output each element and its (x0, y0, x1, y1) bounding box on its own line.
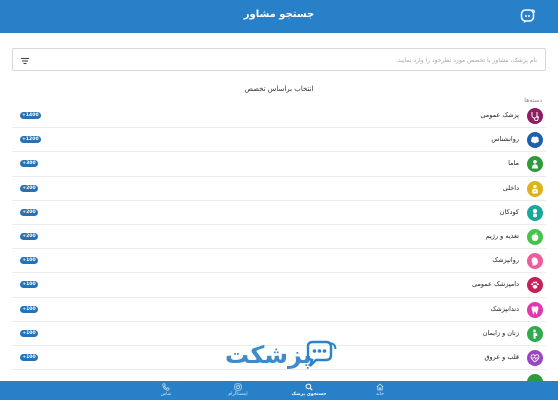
doctor-count-badge: +200 (20, 232, 38, 240)
page-title: جستجو مشاور (243, 9, 315, 20)
category-item-internal-medicine[interactable]: داخلی +200 (12, 177, 546, 201)
categories-label: دسته‌ها (524, 97, 542, 104)
home-icon (376, 383, 384, 391)
nav-label: اینستاگرام (228, 392, 248, 397)
category-label: قلب و عروق (484, 352, 519, 361)
midwife-icon (527, 156, 543, 173)
doctor-count-badge: +100 (20, 329, 38, 337)
specialty-heading: انتخاب براساس تخصص (244, 85, 314, 93)
paw-icon (527, 277, 543, 294)
nav-label: تماس (160, 392, 172, 397)
category-item-general-practitioner[interactable]: پزشک عمومی +1400 (12, 104, 546, 129)
baby-icon (527, 204, 543, 221)
doctor-count-badge: +100 (20, 353, 38, 361)
doctor-count-badge: +300 (20, 160, 38, 168)
category-item-psychologist[interactable]: روانشناس +1200 (12, 128, 546, 153)
instagram-icon (234, 383, 242, 391)
nav-item-instagram[interactable]: اینستاگرام (210, 383, 266, 399)
doctor-count-badge: +100 (20, 257, 38, 265)
doctor-count-badge: +1400 (20, 112, 41, 119)
category-label: دندانپزشک (490, 304, 519, 313)
psychiatrist-icon (527, 253, 543, 270)
stethoscope-icon (527, 108, 543, 124)
category-item-dentist[interactable]: دندانپزشک +100 (12, 298, 546, 322)
watermark-chat-bubble-icon (306, 340, 337, 367)
app-header: جستجو مشاور (0, 0, 558, 33)
internal-doctor-icon (527, 180, 543, 197)
category-item-pediatrics[interactable]: کودکان +200 (12, 201, 546, 225)
heart-icon (527, 349, 543, 366)
doctor-count-badge: +1200 (20, 136, 41, 144)
category-label: پزشک عمومی (480, 111, 519, 119)
category-label: زنان و زایمان (482, 328, 519, 337)
filter-icon[interactable] (19, 55, 31, 67)
category-label: روانشناس (491, 135, 519, 144)
nav-label: جستجوی پزشک (291, 392, 327, 397)
category-label: ماما (508, 159, 519, 168)
doctor-count-badge: +100 (20, 305, 38, 313)
category-label: دامپزشک عمومی (472, 280, 519, 289)
doctor-count-badge: +200 (20, 184, 38, 192)
category-item-veterinarian[interactable]: دامپزشک عمومی +100 (12, 273, 546, 298)
nav-item-doctor-search[interactable]: جستجوی پزشک (281, 383, 337, 399)
category-label: داخلی (502, 183, 519, 192)
app-logo-icon[interactable] (520, 8, 536, 24)
search-input[interactable] (57, 53, 537, 67)
doctor-count-badge: +200 (20, 208, 38, 216)
category-item-nutrition[interactable]: تغذیه و رژیم +200 (12, 225, 546, 250)
bottom-navigation: تماس اینستاگرام جستجوی پزشک خانه (0, 381, 558, 400)
tooth-icon (527, 301, 543, 318)
nav-item-contact[interactable]: تماس (138, 383, 194, 399)
apple-icon (527, 228, 543, 245)
nav-label: خانه (376, 392, 384, 397)
pregnancy-icon (527, 325, 543, 342)
category-label: روانپزشک (492, 256, 519, 265)
category-label: تغذیه و رژیم (485, 231, 519, 240)
search-icon (305, 383, 313, 391)
watermark-logo-text: پزشکت (225, 341, 312, 369)
category-item-psychiatrist[interactable]: روانپزشک +100 (12, 249, 546, 274)
nav-item-home[interactable]: خانه (352, 383, 408, 399)
phone-icon (162, 383, 170, 391)
doctor-count-badge: +100 (20, 281, 38, 289)
category-item-midwife[interactable]: ماما +300 (12, 152, 546, 177)
search-bar (12, 48, 546, 71)
category-label: کودکان (499, 207, 519, 216)
brain-icon (527, 132, 543, 149)
